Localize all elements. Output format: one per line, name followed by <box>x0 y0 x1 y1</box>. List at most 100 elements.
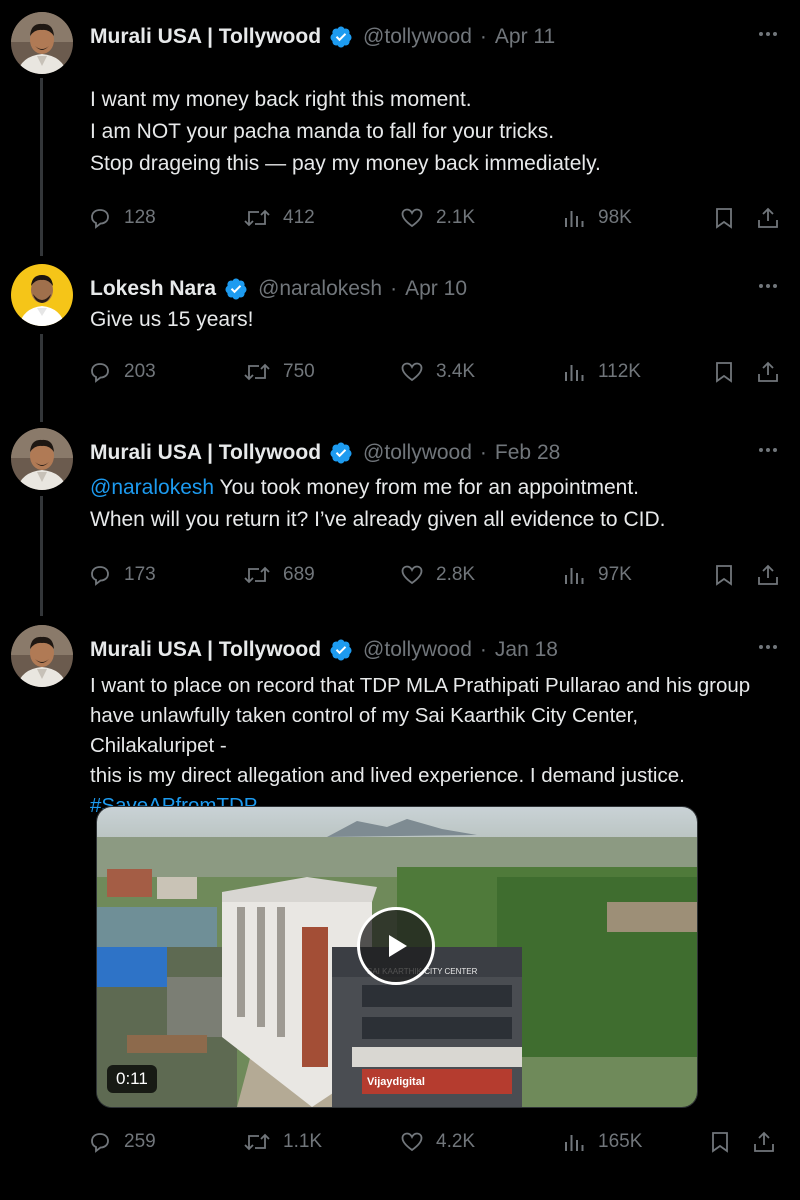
share-button[interactable] <box>756 203 792 233</box>
retweet-count: 412 <box>283 207 315 228</box>
tweet-header: Murali USA | Tollywood @tollywood · Jan … <box>90 633 780 667</box>
views-button[interactable]: 165K <box>562 1127 642 1157</box>
tweet-line: Give us 15 years! <box>90 308 254 331</box>
tweet-line: this is my direct allegation and lived e… <box>90 764 685 787</box>
bookmark-button[interactable] <box>712 560 748 590</box>
mention-link[interactable]: @naralokesh <box>90 476 214 499</box>
retweet-button[interactable]: 750 <box>243 357 315 387</box>
author-name[interactable]: Murali USA | Tollywood <box>90 441 321 465</box>
retweet-icon <box>244 363 270 381</box>
more-options-icon[interactable] <box>756 637 780 657</box>
heart-icon <box>401 362 423 382</box>
reply-button[interactable]: 259 <box>88 1127 156 1157</box>
author-handle[interactable]: @tollywood <box>363 441 472 465</box>
tweet-line-text: You took money from me for an appointmen… <box>219 476 639 499</box>
tweet-text: @naralokesh You took money from me for a… <box>90 472 760 536</box>
bookmark-button[interactable] <box>712 203 748 233</box>
more-options-icon[interactable] <box>756 440 780 460</box>
tweet-line: Stop drageing this — pay my money back i… <box>90 152 601 175</box>
retweet-count: 750 <box>283 361 315 382</box>
reply-icon <box>91 209 109 229</box>
bookmark-icon <box>712 1132 728 1153</box>
tweet-actions: 173 689 2.8K 97K <box>88 560 788 590</box>
verified-badge-icon <box>330 26 352 48</box>
reply-count: 259 <box>124 1131 156 1152</box>
bookmark-icon <box>716 208 732 229</box>
avatar[interactable] <box>11 264 73 326</box>
reply-button[interactable]: 128 <box>88 203 156 233</box>
like-button[interactable]: 3.4K <box>400 357 475 387</box>
reply-count: 128 <box>124 207 156 228</box>
reply-icon <box>91 363 109 383</box>
verified-badge-icon <box>330 442 352 464</box>
avatar[interactable] <box>11 428 73 490</box>
share-button[interactable] <box>756 357 792 387</box>
video-player[interactable]: SAI KAARTHIK CITY CENTER Vijaydigital 0:… <box>96 806 698 1108</box>
play-button[interactable] <box>357 907 435 985</box>
views-icon <box>565 568 584 584</box>
tweet-date[interactable]: Feb 28 <box>495 441 560 465</box>
share-icon <box>758 361 778 382</box>
retweet-button[interactable]: 689 <box>243 560 315 590</box>
author-name[interactable]: Lokesh Nara <box>90 277 216 301</box>
retweet-button[interactable]: 1.1K <box>243 1127 322 1157</box>
avatar[interactable] <box>11 625 73 687</box>
like-count: 2.1K <box>436 207 476 228</box>
like-count: 3.4K <box>436 361 476 382</box>
tweet-actions: 259 1.1K 4.2K 165K <box>88 1127 788 1157</box>
views-count: 165K <box>598 1131 643 1152</box>
like-button[interactable]: 4.2K <box>400 1127 475 1157</box>
tweet[interactable]: Murali USA | Tollywood @tollywood · Apr … <box>0 12 800 252</box>
reply-count: 203 <box>124 361 156 382</box>
tweet-header: Lokesh Nara @naralokesh · Apr 10 <box>90 272 780 306</box>
heart-icon <box>401 1132 423 1152</box>
retweet-icon <box>244 209 270 227</box>
avatar[interactable] <box>11 12 73 74</box>
views-button[interactable]: 112K <box>562 357 641 387</box>
views-count: 97K <box>598 564 632 585</box>
tweet-date[interactable]: Apr 11 <box>495 25 555 49</box>
tweet-actions: 203 750 3.4K 112K <box>88 357 788 387</box>
more-options-icon[interactable] <box>756 24 780 44</box>
video-duration: 0:11 <box>107 1065 157 1093</box>
like-button[interactable]: 2.8K <box>400 560 475 590</box>
retweet-button[interactable]: 412 <box>243 203 315 233</box>
tweet-date[interactable]: Apr 10 <box>405 277 467 301</box>
views-count: 98K <box>598 207 632 228</box>
bookmark-icon <box>716 362 732 383</box>
reply-button[interactable]: 203 <box>88 357 156 387</box>
author-handle[interactable]: @tollywood <box>363 25 472 49</box>
tweet[interactable]: Murali USA | Tollywood @tollywood · Feb … <box>0 428 800 608</box>
views-button[interactable]: 98K <box>562 203 632 233</box>
heart-icon <box>401 208 423 228</box>
retweet-icon <box>244 566 270 584</box>
more-options-icon[interactable] <box>756 276 780 296</box>
tweet-date[interactable]: Jan 18 <box>495 638 558 662</box>
tweet-line: @naralokesh You took money from me for a… <box>90 472 760 504</box>
reply-icon <box>91 1133 109 1153</box>
author-handle[interactable]: @tollywood <box>363 638 472 662</box>
author-name[interactable]: Murali USA | Tollywood <box>90 25 321 49</box>
tweet-header: Murali USA | Tollywood @tollywood · Feb … <box>90 436 780 470</box>
views-icon <box>565 1135 584 1151</box>
tweet-line: I want my money back right this moment. <box>90 88 472 111</box>
retweet-count: 689 <box>283 564 315 585</box>
author-handle[interactable]: @naralokesh <box>258 277 382 301</box>
views-icon <box>565 211 584 227</box>
views-button[interactable]: 97K <box>562 560 632 590</box>
bookmark-button[interactable] <box>708 1127 744 1157</box>
bookmark-button[interactable] <box>712 357 748 387</box>
separator-dot: · <box>390 277 398 300</box>
retweet-icon <box>244 1133 270 1151</box>
tweet-actions: 128 412 2.1K 98K <box>88 203 788 233</box>
verified-badge-icon <box>330 639 352 661</box>
heart-icon <box>401 565 423 585</box>
share-icon <box>758 564 778 585</box>
reply-button[interactable]: 173 <box>88 560 156 590</box>
tweet[interactable]: Lokesh Nara @naralokesh · Apr 10 Give us… <box>0 264 800 404</box>
share-button[interactable] <box>756 560 792 590</box>
author-name[interactable]: Murali USA | Tollywood <box>90 638 321 662</box>
separator-dot: · <box>479 638 487 661</box>
share-button[interactable] <box>752 1127 788 1157</box>
like-button[interactable]: 2.1K <box>400 203 475 233</box>
